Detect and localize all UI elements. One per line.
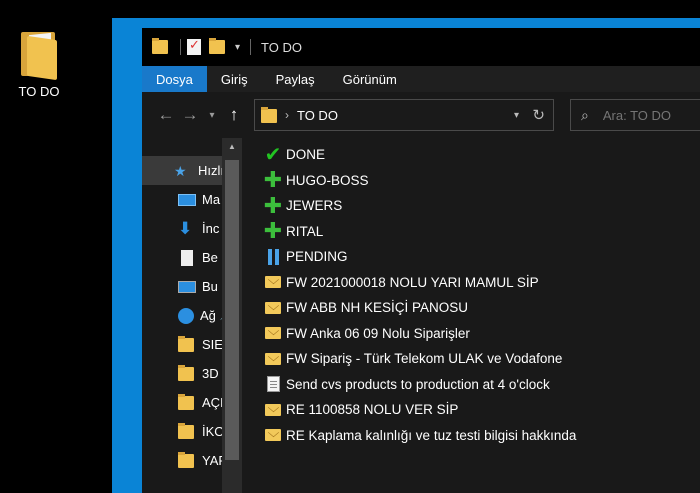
file-name: FW ABB NH KESİÇİ PANOSU bbox=[286, 300, 469, 316]
file-name: RE Kaplama kalınlığı ve tuz testi bilgis… bbox=[286, 427, 577, 443]
folder-icon bbox=[178, 393, 196, 411]
properties-icon[interactable] bbox=[187, 37, 203, 55]
list-item[interactable]: FW Sipariş - Türk Telekom ULAK ve Vodafo… bbox=[264, 346, 700, 372]
plus-icon: ✚ bbox=[263, 218, 283, 244]
nav-item-label: Be bbox=[202, 250, 218, 265]
search-icon: ⌕ bbox=[581, 106, 589, 123]
tab-dosya[interactable]: Dosya bbox=[142, 66, 207, 92]
chevron-right-icon[interactable]: › bbox=[285, 108, 289, 122]
folder-icon bbox=[261, 106, 277, 123]
nav-item-label: İnc bbox=[202, 221, 220, 236]
text-document-icon bbox=[264, 375, 282, 393]
list-item[interactable]: ✚ RITAL bbox=[264, 219, 700, 245]
folder-icon bbox=[178, 422, 196, 440]
document-icon bbox=[178, 249, 196, 266]
mail-icon bbox=[264, 350, 282, 368]
refresh-icon[interactable]: ↻ bbox=[532, 106, 545, 124]
explorer-window-frame: ▾ TO DO Dosya Giriş Paylaş Görünüm ← → ▾… bbox=[112, 18, 700, 493]
computer-icon bbox=[178, 280, 196, 293]
search-input[interactable] bbox=[602, 107, 683, 123]
tab-giris[interactable]: Giriş bbox=[207, 66, 262, 92]
list-item[interactable]: FW Anka 06 09 Nolu Siparişler bbox=[264, 321, 700, 347]
list-item[interactable]: Send cvs products to production at 4 o'c… bbox=[264, 372, 700, 398]
mail-icon bbox=[264, 273, 282, 291]
address-row: ← → ▾ ↑ › TO DO ▾ ↻ ⌕ bbox=[142, 92, 700, 138]
mail-icon bbox=[264, 324, 282, 342]
file-list: ✔ DONE ✚ HUGO-BOSS ✚ JEWERS ✚ RITAL PEND… bbox=[242, 138, 700, 493]
title-bar[interactable]: ▾ TO DO bbox=[142, 28, 700, 66]
tab-gorunum[interactable]: Görünüm bbox=[329, 66, 411, 92]
divider bbox=[180, 39, 181, 55]
file-name: PENDING bbox=[286, 249, 348, 265]
file-name: HUGO-BOSS bbox=[286, 172, 369, 188]
scroll-thumb[interactable] bbox=[225, 160, 239, 460]
address-bar[interactable]: › TO DO ▾ ↻ bbox=[254, 99, 554, 131]
desktop-folder-label: TO DO bbox=[18, 84, 60, 99]
list-item[interactable]: RE 1100858 NOLU VER SİP bbox=[264, 397, 700, 423]
forward-arrow-icon[interactable]: → bbox=[178, 105, 202, 125]
folder-icon bbox=[152, 38, 168, 55]
plus-icon: ✚ bbox=[263, 192, 283, 218]
folder-icon bbox=[178, 364, 196, 382]
tab-paylas[interactable]: Paylaş bbox=[262, 66, 329, 92]
network-icon bbox=[178, 307, 194, 324]
checkmark-icon: ✔ bbox=[264, 144, 282, 167]
window-title: TO DO bbox=[261, 39, 302, 55]
mail-icon bbox=[264, 426, 282, 444]
ribbon-tabs: Dosya Giriş Paylaş Görünüm bbox=[142, 66, 700, 92]
folder-icon bbox=[178, 451, 196, 469]
nav-scrollbar[interactable]: ▲ bbox=[222, 138, 242, 493]
scroll-up-icon[interactable]: ▲ bbox=[222, 142, 242, 151]
explorer-window: ▾ TO DO Dosya Giriş Paylaş Görünüm ← → ▾… bbox=[142, 28, 700, 493]
list-item[interactable]: FW ABB NH KESİÇİ PANOSU bbox=[264, 295, 700, 321]
folder-icon bbox=[19, 28, 59, 81]
navigation-pane: ★ Hızlı eri Ma 📌 ⬇ İnc 📌 bbox=[142, 138, 242, 493]
breadcrumb-current[interactable]: TO DO bbox=[297, 108, 338, 123]
search-box[interactable]: ⌕ bbox=[570, 99, 700, 131]
file-name: FW Sipariş - Türk Telekom ULAK ve Vodafo… bbox=[286, 351, 563, 367]
list-item[interactable]: ✔ DONE bbox=[264, 142, 700, 168]
chevron-down-icon[interactable]: ▾ bbox=[514, 110, 519, 121]
file-name: DONE bbox=[286, 147, 326, 163]
nav-item-label: Ağ bbox=[200, 308, 216, 323]
customize-quick-access-icon[interactable]: ▾ bbox=[235, 42, 240, 53]
divider bbox=[250, 39, 252, 55]
nav-item-label: Bu bbox=[202, 279, 218, 294]
nav-item-label: SIE bbox=[202, 337, 223, 352]
file-name: FW 2021000018 NOLU YARI MAMUL SİP bbox=[286, 274, 539, 290]
list-item[interactable]: FW 2021000018 NOLU YARI MAMUL SİP bbox=[264, 270, 700, 296]
new-folder-icon[interactable] bbox=[209, 38, 225, 55]
file-name: FW Anka 06 09 Nolu Siparişler bbox=[286, 325, 470, 341]
folder-icon bbox=[178, 335, 196, 353]
mail-icon bbox=[264, 401, 282, 419]
file-name: Send cvs products to production at 4 o'c… bbox=[286, 376, 550, 392]
desktop-icon bbox=[178, 193, 196, 206]
star-icon: ★ bbox=[174, 162, 187, 179]
desktop-folder-shortcut[interactable]: TO DO bbox=[10, 28, 68, 99]
recent-locations-icon[interactable]: ▾ bbox=[202, 110, 222, 121]
list-item[interactable]: PENDING bbox=[264, 244, 700, 270]
download-icon: ⬇ bbox=[178, 218, 193, 238]
nav-item-label: Ma bbox=[202, 192, 221, 207]
list-item[interactable]: ✚ JEWERS bbox=[264, 193, 700, 219]
list-item[interactable]: RE Kaplama kalınlığı ve tuz testi bilgis… bbox=[264, 423, 700, 449]
up-arrow-icon[interactable]: ↑ bbox=[222, 105, 246, 125]
mail-icon bbox=[264, 299, 282, 317]
pause-icon bbox=[264, 248, 282, 266]
file-name: RITAL bbox=[286, 223, 324, 239]
back-arrow-icon[interactable]: ← bbox=[154, 105, 178, 125]
file-name: RE 1100858 NOLU VER SİP bbox=[286, 402, 459, 418]
file-name: JEWERS bbox=[286, 198, 343, 214]
plus-icon: ✚ bbox=[263, 167, 283, 193]
content-area: ★ Hızlı eri Ma 📌 ⬇ İnc 📌 bbox=[142, 138, 700, 493]
list-item[interactable]: ✚ HUGO-BOSS bbox=[264, 168, 700, 194]
